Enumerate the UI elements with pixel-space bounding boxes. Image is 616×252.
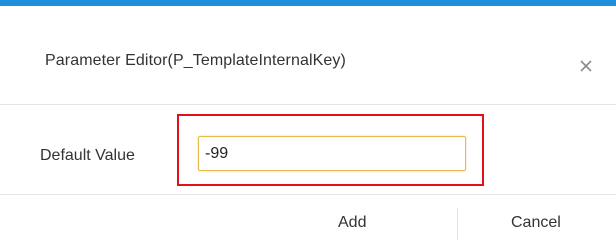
add-button[interactable]: Add bbox=[338, 214, 366, 232]
dialog-title: Parameter Editor(P_TemplateInternalKey) bbox=[45, 52, 346, 69]
dialog-header: Parameter Editor(P_TemplateInternalKey) bbox=[0, 6, 616, 105]
footer-divider bbox=[457, 208, 458, 240]
cancel-button[interactable]: Cancel bbox=[511, 214, 561, 232]
close-icon[interactable] bbox=[577, 57, 595, 75]
parameter-editor-dialog: Parameter Editor(P_TemplateInternalKey) … bbox=[0, 0, 616, 252]
default-value-input[interactable] bbox=[198, 136, 466, 171]
default-value-label: Default Value bbox=[40, 147, 135, 164]
dialog-footer: Add Cancel bbox=[0, 196, 616, 252]
dialog-body: Default Value bbox=[0, 106, 616, 195]
